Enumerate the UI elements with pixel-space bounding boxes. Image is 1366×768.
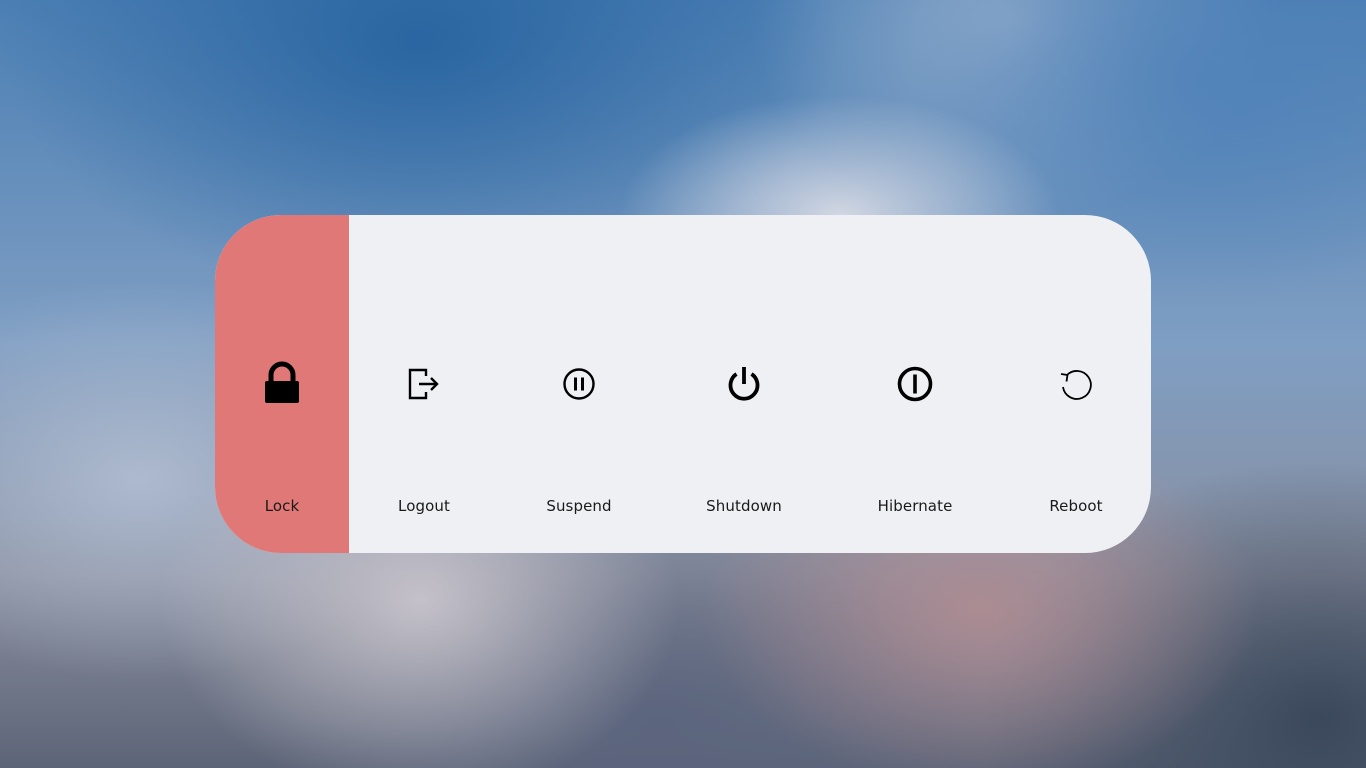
pause-circle-icon	[499, 361, 659, 407]
reboot-button[interactable]: Reboot	[1001, 215, 1151, 553]
power-icon	[659, 361, 829, 407]
reboot-label: Reboot	[1049, 497, 1103, 515]
logout-icon	[349, 361, 499, 407]
hibernate-button[interactable]: Hibernate	[829, 215, 1001, 553]
hibernate-label: Hibernate	[877, 497, 953, 515]
logout-label: Logout	[398, 497, 450, 515]
reboot-icon	[1001, 361, 1151, 407]
shutdown-button[interactable]: Shutdown	[659, 215, 829, 553]
suspend-label: Suspend	[546, 497, 612, 515]
suspend-button[interactable]: Suspend	[499, 215, 659, 553]
shutdown-label: Shutdown	[706, 497, 782, 515]
hibernate-icon	[829, 361, 1001, 407]
power-menu-panel: Lock Logout Suspend Shutdown Hibernate R…	[215, 215, 1151, 553]
lock-label: Lock	[264, 497, 300, 515]
lock-button[interactable]: Lock	[215, 215, 349, 553]
lock-icon	[215, 361, 349, 407]
logout-button[interactable]: Logout	[349, 215, 499, 553]
